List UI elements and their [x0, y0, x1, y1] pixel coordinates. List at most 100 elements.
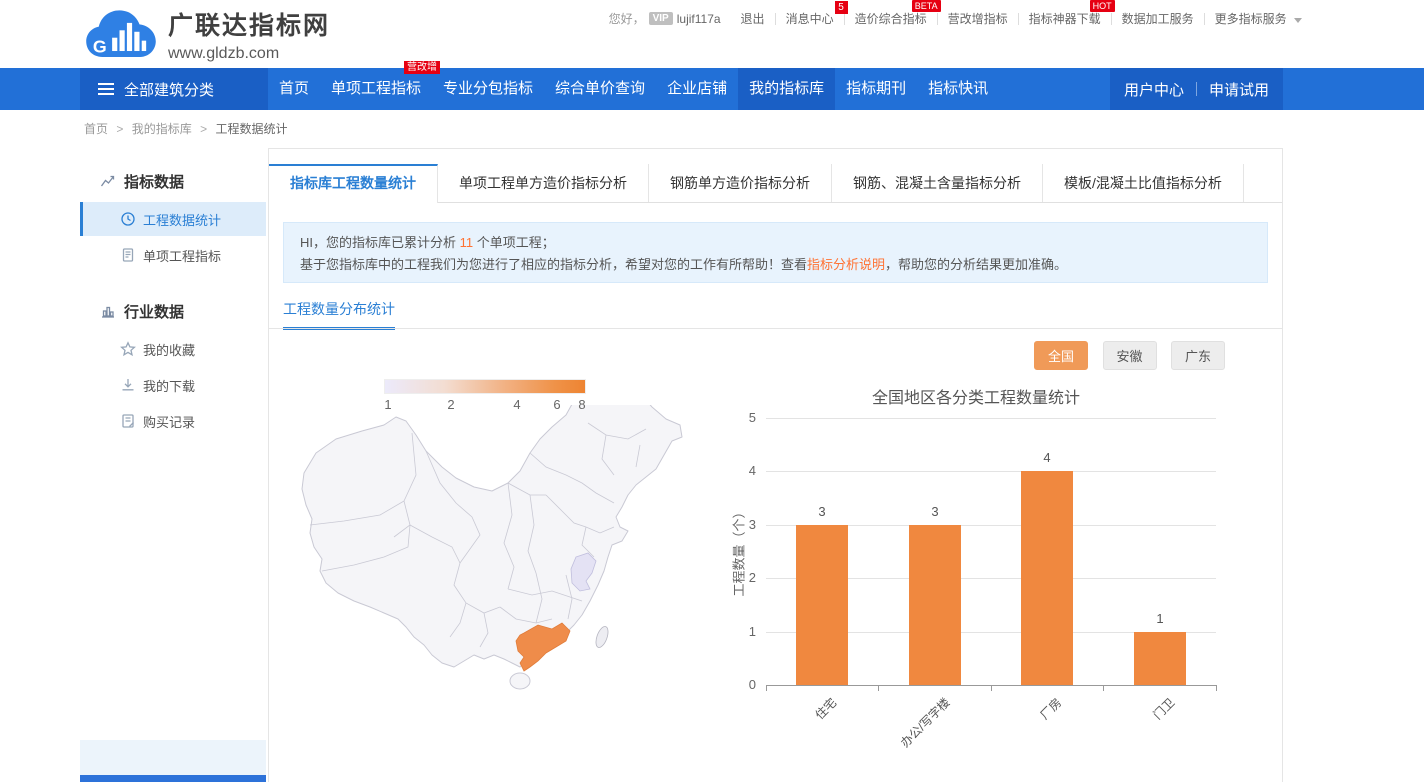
svg-text:G: G — [93, 37, 107, 57]
nav-right-block: 用户中心 申请试用 — [1110, 68, 1283, 110]
sidebar-item-single-project-index[interactable]: 单项工程指标 — [80, 238, 266, 272]
main-content-card: 指标库工程数量统计 单项工程单方造价指标分析 钢筋单方造价指标分析 钢筋、混凝土… — [268, 148, 1283, 782]
breadcrumb-home[interactable]: 首页 — [84, 122, 108, 136]
breadcrumb: 首页 > 我的指标库 > 工程数据统计 — [84, 120, 287, 137]
nav-item-news[interactable]: 指标快讯 — [917, 68, 999, 110]
category-label-office: 办公/写字楼 — [896, 694, 953, 751]
tab-rebar-concrete-content[interactable]: 钢筋、混凝土含量指标分析 — [832, 164, 1043, 202]
analysis-help-link[interactable]: 指标分析说明 — [807, 257, 885, 272]
category-label-residential: 住宅 — [811, 694, 840, 723]
map-color-legend — [384, 379, 586, 394]
nav-item-single-project[interactable]: 单项工程指标 营改增 — [320, 68, 432, 110]
main-nav: 全部建筑分类 首页 单项工程指标 营改增 专业分包指标 综合单价查询 企业店铺 … — [0, 68, 1424, 110]
y-tick: 3 — [711, 517, 756, 532]
bar-guardhouse[interactable]: 1 — [1134, 418, 1186, 685]
site-logo[interactable]: G 广联达指标网 www.gldzb.com — [84, 5, 330, 63]
divider — [269, 328, 1282, 329]
hainan-province — [510, 673, 530, 689]
map-legend-ticks: 1 2 4 6 8 — [384, 397, 586, 413]
cost-composite-link[interactable]: 造价综合指标 BETA — [845, 10, 937, 27]
sidebar: 指标数据 工程数据统计 单项工程指标 行业数据 我的收藏 — [80, 148, 266, 740]
apply-trial-link[interactable]: 申请试用 — [1197, 79, 1281, 100]
sidebar-item-my-downloads[interactable]: 我的下载 — [80, 368, 266, 402]
topbar-links: 您好， VIP lujif117a 退出 消息中心 5 造价综合指标 BETA … — [599, 10, 1312, 27]
site-url: www.gldzb.com — [168, 45, 330, 63]
region-button-guangdong[interactable]: 广东 — [1171, 341, 1225, 370]
x-tick — [1103, 685, 1104, 691]
artifact-download-link[interactable]: 指标神器下载 HOT — [1019, 10, 1111, 27]
notice-box: HI，您的指标库已累计分析 11 个单项工程； 基于您指标库中的工程我们为您进行… — [283, 222, 1268, 283]
x-tick — [1216, 685, 1217, 691]
bar-chart-icon — [100, 303, 116, 319]
download-icon — [120, 377, 136, 393]
bar-residential[interactable]: 3 — [796, 418, 848, 685]
nav-menu: 首页 单项工程指标 营改增 专业分包指标 综合单价查询 企业店铺 我的指标库 指… — [268, 68, 999, 110]
vat-index-link[interactable]: 营改增指标 — [938, 10, 1018, 27]
region-filter-buttons: 全国 安徽 广东 — [1024, 341, 1225, 370]
username: lujif117a — [677, 12, 731, 26]
region-button-anhui[interactable]: 安徽 — [1103, 341, 1157, 370]
y-tick: 4 — [711, 463, 756, 478]
x-tick — [878, 685, 879, 691]
sidebar-footer-bar — [80, 775, 266, 782]
nav-item-my-library[interactable]: 我的指标库 — [738, 68, 835, 110]
sidebar-section-index-data: 指标数据 — [80, 162, 266, 200]
page: G 广联达指标网 www.gldzb.com 您好， VIP lujif117a… — [0, 0, 1424, 782]
caret-down-icon — [1294, 18, 1302, 23]
sidebar-item-my-favorites[interactable]: 我的收藏 — [80, 332, 266, 366]
hamburger-menu-icon — [98, 80, 114, 98]
trend-chart-icon — [100, 173, 116, 189]
document-icon — [120, 247, 136, 263]
cloud-logo-icon: G — [84, 5, 158, 63]
category-menu-button[interactable]: 全部建筑分类 — [80, 68, 268, 110]
logout-link[interactable]: 退出 — [731, 10, 775, 27]
taiwan-island — [594, 625, 611, 649]
top-header: G 广联达指标网 www.gldzb.com 您好， VIP lujif117a… — [0, 0, 1424, 68]
message-center-link[interactable]: 消息中心 5 — [776, 10, 844, 27]
tab-unit-cost-analysis[interactable]: 单项工程单方造价指标分析 — [438, 164, 649, 202]
category-label-factory: 厂房 — [1036, 694, 1065, 723]
sidebar-section-industry-data: 行业数据 — [80, 292, 266, 330]
x-tick — [991, 685, 992, 691]
greeting-text: 您好， — [599, 10, 645, 27]
data-processing-link[interactable]: 数据加工服务 — [1112, 10, 1204, 27]
project-count: 11 — [460, 235, 474, 250]
star-icon — [120, 341, 136, 357]
nav-item-unit-price[interactable]: 综合单价查询 — [544, 68, 656, 110]
clock-icon — [120, 211, 136, 227]
y-tick: 0 — [711, 677, 756, 692]
vip-badge: VIP — [649, 12, 673, 25]
tab-formwork-concrete-ratio[interactable]: 模板/混凝土比值指标分析 — [1043, 164, 1244, 202]
analysis-tabs: 指标库工程数量统计 单项工程单方造价指标分析 钢筋单方造价指标分析 钢筋、混凝土… — [269, 164, 1282, 203]
tab-project-count-stats[interactable]: 指标库工程数量统计 — [269, 164, 438, 203]
nav-item-home[interactable]: 首页 — [268, 68, 320, 110]
sidebar-item-project-data-stats[interactable]: 工程数据统计 — [80, 202, 266, 236]
region-button-national[interactable]: 全国 — [1034, 341, 1088, 370]
beta-badge: BETA — [912, 0, 941, 12]
bar-office[interactable]: 3 — [909, 418, 961, 685]
nav-item-enterprise-shop[interactable]: 企业店铺 — [656, 68, 738, 110]
bar-factory[interactable]: 4 — [1021, 418, 1073, 685]
category-label-guardhouse: 门卫 — [1149, 694, 1178, 723]
more-services-link[interactable]: 更多指标服务 — [1205, 10, 1312, 27]
nav-item-subcontract[interactable]: 专业分包指标 — [432, 68, 544, 110]
y-tick: 1 — [711, 624, 756, 639]
breadcrumb-my-library[interactable]: 我的指标库 — [132, 122, 192, 136]
notice-line-2: 基于您指标库中的工程我们为您进行了相应的指标分析，希望对您的工作有所帮助！查看指… — [300, 254, 1251, 276]
sidebar-item-purchase-records[interactable]: 购买记录 — [80, 404, 266, 438]
nav-item-journal[interactable]: 指标期刊 — [835, 68, 917, 110]
user-center-link[interactable]: 用户中心 — [1112, 79, 1196, 100]
subtab-row: 工程数量分布统计 — [269, 299, 1282, 329]
breadcrumb-current: 工程数据统计 — [215, 122, 287, 136]
notice-line-1: HI，您的指标库已累计分析 11 个单项工程； — [300, 232, 1251, 254]
tab-rebar-cost-analysis[interactable]: 钢筋单方造价指标分析 — [649, 164, 832, 202]
y-tick: 2 — [711, 570, 756, 585]
china-map-panel: 1 2 4 6 8 — [284, 371, 704, 711]
y-tick: 5 — [711, 410, 756, 425]
bar-chart-panel: 全国地区各分类工程数量统计 工程数量（个） 5 4 3 2 1 0 3 — [711, 376, 1241, 776]
china-map[interactable] — [284, 405, 704, 711]
site-title: 广联达指标网 — [168, 6, 330, 42]
subtab-distribution-stats[interactable]: 工程数量分布统计 — [283, 299, 395, 330]
chart-title: 全国地区各分类工程数量统计 — [711, 384, 1241, 408]
receipt-icon — [120, 413, 136, 429]
